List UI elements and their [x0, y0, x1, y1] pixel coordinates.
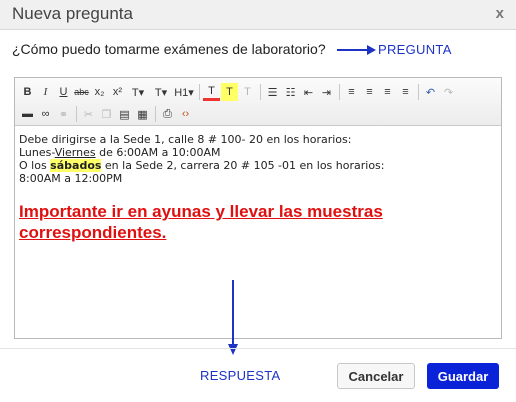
dialog-titlebar: Nueva pregunta x [0, 0, 516, 30]
align-center-icon[interactable]: ≡ [361, 83, 378, 101]
answer-line: Debe dirigirse a la Sede 1, calle 8 # 10… [19, 133, 352, 146]
toolbar-row-2: ▬ ∞ ⚭ ✂ ❐ ▤ ▦ ⎙ ‹› [19, 104, 195, 124]
horizontal-rule-icon[interactable]: ▬ [19, 105, 36, 123]
bold-icon[interactable]: B [19, 83, 36, 101]
strikethrough-icon[interactable]: abc [73, 83, 90, 101]
annotation-arrow-down-icon [228, 280, 238, 355]
paste-icon[interactable]: ▤ [116, 105, 133, 123]
answer-text: Lunes- [19, 146, 55, 159]
align-left-icon[interactable]: ≡ [343, 83, 360, 101]
superscript-icon[interactable]: x² [109, 83, 126, 101]
indent-icon[interactable]: ⇥ [318, 83, 335, 101]
bullet-list-icon[interactable]: ☰ [264, 83, 281, 101]
rich-text-editor[interactable]: B I U abc x₂ x² T▾ T▾ H1▾ T T T ☰ ☷ ⇤ ⇥ … [14, 77, 502, 339]
answer-line: Lunes-Viernes de 6:00AM a 10:00AM [19, 146, 497, 159]
toolbar-separator [199, 84, 200, 100]
copy-icon[interactable]: ❐ [98, 105, 115, 123]
answer-text-highlighted: sábados [50, 159, 102, 172]
font-family-icon[interactable]: T▾ [127, 83, 149, 101]
subscript-icon[interactable]: x₂ [91, 83, 108, 101]
align-right-icon[interactable]: ≡ [379, 83, 396, 101]
outdent-icon[interactable]: ⇤ [300, 83, 317, 101]
text-color-icon[interactable]: T [203, 83, 220, 101]
annotation-answer-label: RESPUESTA [200, 368, 281, 383]
save-button[interactable]: Guardar [427, 363, 499, 389]
highlight-icon[interactable]: T [221, 83, 238, 101]
answer-text: en la Sede 2, carrera 20 # 105 -01 en lo… [101, 159, 385, 172]
annotation-arrow-right-icon [337, 45, 376, 55]
important-note: Importante ir en ayunas y llevar las mue… [19, 202, 383, 242]
print-icon[interactable]: ⎙ [159, 105, 176, 123]
toolbar-row-1: B I U abc x₂ x² T▾ T▾ H1▾ T T T ☰ ☷ ⇤ ⇥ … [19, 82, 458, 102]
footer-divider [0, 348, 516, 349]
toolbar-separator [260, 84, 261, 100]
toolbar-separator [155, 106, 156, 122]
redo-icon[interactable]: ↷ [440, 83, 457, 101]
new-question-dialog: Nueva pregunta x ¿Cómo puedo tomarme exá… [0, 0, 516, 402]
answer-text-underlined: Viernes [54, 146, 96, 159]
answer-line: O los sábados en la Sede 2, carrera 20 #… [19, 159, 497, 172]
cancel-button[interactable]: Cancelar [337, 363, 415, 389]
paste-text-icon[interactable]: ▦ [134, 105, 151, 123]
question-text: ¿Cómo puedo tomarme exámenes de laborato… [12, 41, 326, 57]
clear-format-icon[interactable]: T [239, 83, 256, 101]
dialog-title: Nueva pregunta [12, 4, 133, 23]
annotation-question-label: PREGUNTA [378, 42, 452, 57]
link-icon[interactable]: ∞ [37, 105, 54, 123]
toolbar-separator [418, 84, 419, 100]
toolbar-separator [76, 106, 77, 122]
answer-content[interactable]: Debe dirigirse a la Sede 1, calle 8 # 10… [19, 133, 497, 243]
source-code-icon[interactable]: ‹› [177, 105, 194, 123]
align-justify-icon[interactable]: ≡ [397, 83, 414, 101]
answer-text: de 6:00AM a 10:00AM [95, 146, 221, 159]
toolbar-separator [339, 84, 340, 100]
font-size-icon[interactable]: T▾ [150, 83, 172, 101]
cut-icon[interactable]: ✂ [80, 105, 97, 123]
unlink-icon[interactable]: ⚭ [55, 105, 72, 123]
answer-text: O los [19, 159, 51, 172]
heading-icon[interactable]: H1▾ [173, 83, 195, 101]
close-icon[interactable]: x [496, 5, 504, 22]
undo-icon[interactable]: ↶ [422, 83, 439, 101]
italic-icon[interactable]: I [37, 83, 54, 101]
editor-toolbar: B I U abc x₂ x² T▾ T▾ H1▾ T T T ☰ ☷ ⇤ ⇥ … [15, 78, 501, 126]
underline-icon[interactable]: U [55, 83, 72, 101]
answer-line: 8:00AM a 12:00PM [19, 172, 123, 185]
numbered-list-icon[interactable]: ☷ [282, 83, 299, 101]
